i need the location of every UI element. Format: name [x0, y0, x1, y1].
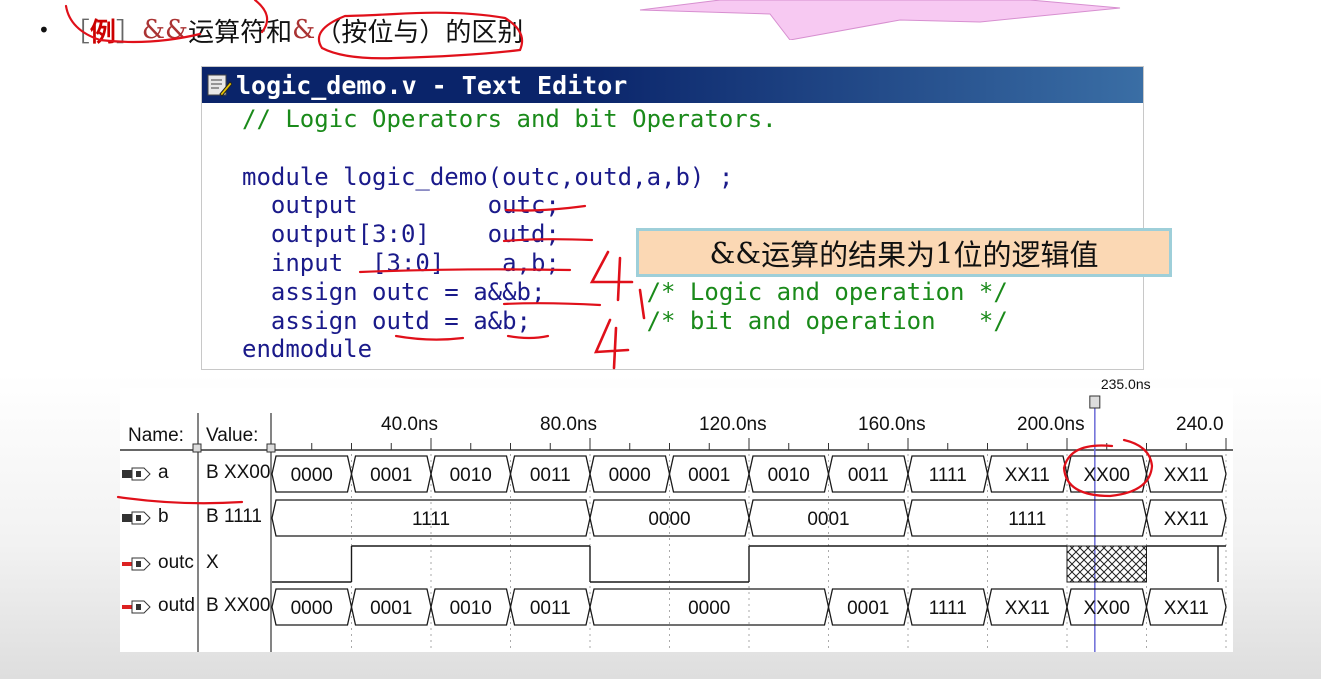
- editor-title: logic_demo.v - Text Editor: [236, 70, 628, 100]
- waveform-viewer[interactable]: 0000 0001 0010 0011 0000 0001 0010 0011 1111 XX11…: [120, 376, 1233, 652]
- callout-text-b: 位的逻辑值: [953, 237, 1099, 272]
- cursor-time-label: 235.0ns: [1100, 376, 1151, 392]
- code-text: endmodule: [242, 335, 373, 364]
- example-label: 例: [89, 17, 116, 48]
- code-text: input [3:0] a,b;: [242, 248, 560, 277]
- value-column-header: Value:: [206, 425, 259, 446]
- callout-number: 1: [935, 235, 954, 270]
- code-text: assign outd = a&b;: [242, 306, 531, 335]
- bus-value-label: XX11: [1005, 465, 1050, 486]
- cursor-handle: [1089, 395, 1101, 409]
- bus-value-label: 1111: [929, 465, 967, 486]
- signal-name[interactable]: outc: [158, 552, 194, 574]
- signal-name[interactable]: outd: [158, 595, 195, 617]
- output-bus-icon: [122, 600, 152, 614]
- bus-value-label: 0010: [768, 465, 810, 486]
- logic-and-operator: &&: [141, 15, 189, 45]
- bus-value-label: 0000: [648, 509, 690, 530]
- bus-value-label: 0000: [688, 598, 730, 619]
- signal-name[interactable]: a: [158, 462, 169, 484]
- bit-and-operator: &: [292, 15, 316, 45]
- code-text: // Logic Operators and bit Operators.: [242, 105, 777, 133]
- callout-text-a: 运算的结果为: [761, 237, 936, 272]
- code-comment: /* Logic and operation */: [545, 277, 1008, 306]
- code-text: output outc;: [242, 191, 560, 220]
- code-text: output[3:0] outd;: [242, 220, 560, 249]
- code-comment: /* bit and operation */: [530, 306, 1008, 335]
- bus-value-label: XX11: [1005, 598, 1050, 619]
- code-text: assign outc = a&&b;: [242, 277, 546, 306]
- heading-text-1: 运算符和: [188, 17, 293, 48]
- bus-value-label: 0001: [370, 465, 412, 486]
- time-label: 40.0ns: [381, 414, 439, 435]
- splitter-handle: [266, 443, 276, 453]
- signal-value: B XX00: [206, 462, 271, 483]
- code-line: assign outc = a&&b; /* Logic and operati…: [242, 278, 1008, 307]
- signal-name[interactable]: b: [158, 506, 169, 528]
- bus-value-label: XX11: [1164, 509, 1209, 530]
- text-editor-icon: [202, 68, 236, 102]
- text-editor-window: logic_demo.v - Text Editor // Logic Oper…: [202, 67, 1143, 369]
- bus-value-label: 0001: [847, 598, 889, 619]
- decorative-pink-shape: [639, 0, 1121, 40]
- code-line: // Logic Operators and bit Operators.: [242, 105, 1008, 134]
- code-line: output outc;: [242, 191, 1008, 220]
- callout-operator: &&: [709, 235, 762, 270]
- bus-value-label: XX11: [1164, 598, 1209, 619]
- splitter-handle: [192, 443, 202, 453]
- bus-value-label: 0011: [530, 598, 571, 619]
- time-label: 240.0: [1176, 414, 1224, 435]
- bracket-close: ］: [115, 17, 142, 48]
- slide-heading: • ［ 例 ］ && 运算符和 & （按位与） 的区别: [38, 10, 523, 50]
- bus-value-label: 1111: [412, 509, 450, 530]
- bus-value-label: 0010: [450, 465, 492, 486]
- signal-value: B XX00: [206, 595, 271, 616]
- bus-value-label: 0011: [530, 465, 571, 486]
- code-text: module logic_demo(outc,outd,a,b) ;: [242, 162, 734, 191]
- time-label: 160.0ns: [858, 414, 926, 435]
- bus-value-label: XX11: [1164, 465, 1209, 486]
- name-column-header: Name:: [128, 425, 184, 446]
- time-label: 120.0ns: [699, 414, 767, 435]
- bus-value-label: 0001: [688, 465, 730, 486]
- bus-value-label: 0000: [291, 598, 333, 619]
- input-pin-icon: [122, 467, 152, 481]
- bus-value-label: 0010: [450, 598, 492, 619]
- bus-value-label: 1111: [1008, 509, 1046, 530]
- bus-value-label: XX00: [1084, 465, 1130, 486]
- undefined-state: [1066, 545, 1147, 583]
- code-line: module logic_demo(outc,outd,a,b) ;: [242, 163, 1008, 192]
- bus-value-label: 0011: [848, 465, 889, 486]
- time-label: 200.0ns: [1017, 414, 1085, 435]
- bus-value-label: 0001: [370, 598, 412, 619]
- input-pin-icon: [122, 511, 152, 525]
- bus-value-label: 0000: [291, 465, 333, 486]
- bus-value-label: XX00: [1084, 598, 1130, 619]
- code-line: endmodule: [242, 335, 1008, 364]
- callout-box: && 运算的结果为 1 位的逻辑值: [636, 228, 1172, 277]
- bus-value-label: 0000: [609, 465, 651, 486]
- time-label: 80.0ns: [540, 414, 598, 435]
- bullet: •: [38, 18, 50, 42]
- output-pin-icon: [122, 557, 152, 571]
- bus-value-label: 0001: [807, 509, 849, 530]
- heading-text-3: 的区别: [445, 17, 524, 48]
- signal-value: X: [206, 552, 219, 573]
- signal-value: B 1111: [206, 506, 262, 527]
- heading-text-2: （按位与）: [315, 17, 446, 48]
- editor-title-bar[interactable]: logic_demo.v - Text Editor: [202, 67, 1143, 103]
- code-line: assign outd = a&b; /* bit and operation …: [242, 307, 1008, 336]
- bus-value-label: 1111: [929, 598, 967, 619]
- bracket-open: ［: [63, 17, 90, 48]
